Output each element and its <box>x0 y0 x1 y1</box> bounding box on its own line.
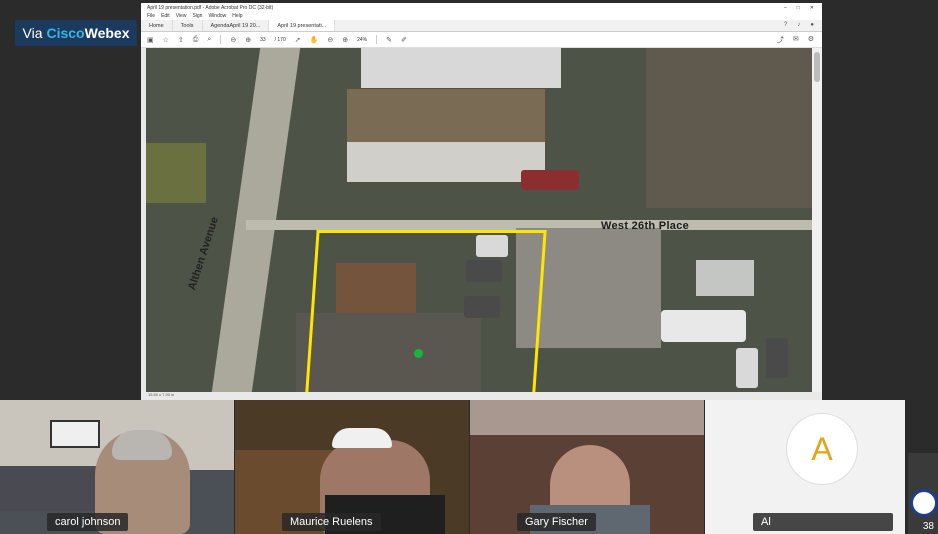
participant-tiles: carol johnson Maurice Ruelens Gary Fisch… <box>0 400 938 534</box>
property-outline <box>305 230 547 392</box>
scrollbar-thumb[interactable] <box>814 52 820 82</box>
car <box>736 348 758 388</box>
car <box>766 338 788 378</box>
rv-vehicle <box>661 310 746 342</box>
participant-tile[interactable]: A Al <box>705 400 905 534</box>
acrobat-toolbar: ▣ ☆ ⇧ ⎙ ⌕ ⊖ ⊕ 33 / 170 ➚ ✋ ⊖ ⊕ 24% ✎ ✐ ⤴… <box>141 32 822 48</box>
participant-name: Maurice Ruelens <box>282 513 381 531</box>
search-icon[interactable]: ⌕ <box>207 36 211 44</box>
next-page-icon[interactable]: ⊕ <box>245 36 251 44</box>
participant-cap <box>332 428 392 448</box>
room-ceiling <box>470 400 704 435</box>
menu-view[interactable]: View <box>176 13 187 19</box>
tab-tools[interactable]: Tools <box>173 20 203 31</box>
participant-name: Gary Fischer <box>517 513 596 531</box>
minimize-icon[interactable]: – <box>784 5 787 11</box>
shed <box>696 260 754 296</box>
page-number-input[interactable]: 33 <box>260 37 266 43</box>
webex-via: Via <box>22 25 43 41</box>
menu-window[interactable]: Window <box>208 13 226 19</box>
user-icon[interactable]: ● <box>810 22 814 29</box>
help-icon[interactable]: ? <box>784 22 787 29</box>
upload-icon[interactable]: ⇧ <box>178 36 184 44</box>
shared-screen-acrobat: April 19 presentation.pdf - Adobe Acroba… <box>141 3 822 400</box>
menu-file[interactable]: File <box>147 13 155 19</box>
bookmark-icon[interactable]: ☆ <box>163 36 169 44</box>
webex-badge: Via Cisco Webex <box>15 20 137 46</box>
house-wall <box>347 142 545 182</box>
participant-hair <box>112 430 172 460</box>
city-seal-icon <box>910 489 938 517</box>
maximize-icon[interactable]: □ <box>797 5 800 11</box>
highlight-icon[interactable]: ✐ <box>401 36 407 44</box>
acrobat-tabbar: Home Tools AgendaApril 19 20... April 19… <box>141 20 822 32</box>
print-icon[interactable]: ⎙ <box>193 36 199 44</box>
toolbar-divider <box>376 35 378 44</box>
pdf-scrollbar[interactable] <box>812 48 822 392</box>
participant-tile[interactable]: Maurice Ruelens <box>235 400 469 534</box>
avenue-label: Althen Avenue <box>186 215 221 292</box>
close-icon[interactable]: ✕ <box>810 5 814 11</box>
save-icon[interactable]: ▣ <box>147 36 154 44</box>
tab-agenda[interactable]: AgendaApril 19 20... <box>203 20 270 31</box>
avatar: A <box>787 414 857 484</box>
side-panel: 38 <box>908 453 938 534</box>
menu-edit[interactable]: Edit <box>161 13 170 19</box>
grass <box>146 143 206 203</box>
previous-page-icon[interactable]: ⊖ <box>230 36 236 44</box>
car <box>521 170 579 190</box>
select-tool-icon[interactable]: ➚ <box>295 36 301 44</box>
page-total: / 170 <box>274 36 286 43</box>
share-icon[interactable]: ⤴ <box>777 35 784 45</box>
comment-icon[interactable]: ✎ <box>386 36 392 44</box>
acrobat-menubar: File Edit View Sign Window Help <box>141 12 822 20</box>
location-marker-icon <box>414 349 423 358</box>
acrobat-titlebar: April 19 presentation.pdf - Adobe Acroba… <box>141 3 822 12</box>
participant-name: Al <box>753 513 893 531</box>
pdf-page-aerial-photo: West 26th Place Althen Avenue <box>146 48 812 392</box>
webex-brand-cisco: Cisco <box>46 25 85 41</box>
wall-picture <box>50 420 100 448</box>
webex-brand-webex: Webex <box>84 25 130 41</box>
participant-tile[interactable]: carol johnson <box>0 400 234 534</box>
trees <box>646 48 812 208</box>
mail-icon[interactable]: ✉ <box>793 35 799 45</box>
zoom-in-icon[interactable]: ⊕ <box>342 36 348 44</box>
menu-help[interactable]: Help <box>232 13 242 19</box>
house-top <box>361 48 561 88</box>
participant-name: carol johnson <box>47 513 129 531</box>
zoom-out-icon[interactable]: ⊖ <box>327 36 333 44</box>
menu-sign[interactable]: Sign <box>192 13 202 19</box>
zoom-level[interactable]: 24% <box>357 37 367 43</box>
tab-home[interactable]: Home <box>141 20 173 31</box>
hand-tool-icon[interactable]: ✋ <box>310 36 319 44</box>
participant-count: 38 <box>922 521 934 532</box>
settings-icon[interactable]: ⚙ <box>808 35 814 45</box>
page-size-status: 15.50 x 7.00 in <box>146 392 812 400</box>
bell-icon[interactable]: ♪ <box>797 22 800 29</box>
toolbar-divider <box>220 35 222 44</box>
acrobat-title: April 19 presentation.pdf - Adobe Acroba… <box>147 4 274 11</box>
street-label: West 26th Place <box>601 220 690 232</box>
participant-tile[interactable]: Gary Fischer <box>470 400 704 534</box>
house-main <box>346 88 546 183</box>
tab-presentation[interactable]: April 19 presentati... <box>269 20 336 31</box>
